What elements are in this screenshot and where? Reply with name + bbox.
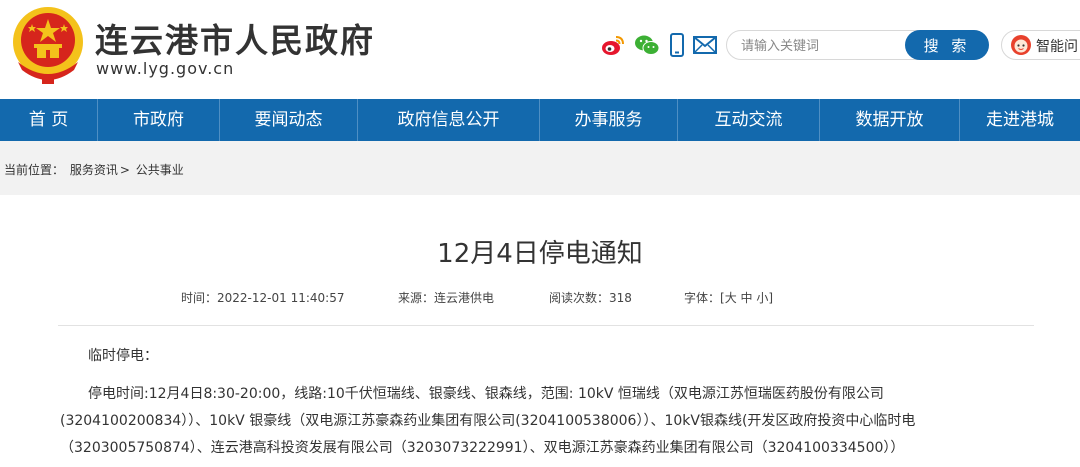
national-emblem-icon[interactable] [10,4,86,86]
search-box: 搜 索 [726,30,989,60]
nav-open-data[interactable]: 数据开放 [820,99,960,141]
breadcrumb-prefix: 当前位置： [4,163,65,177]
site-title[interactable]: 连云港市人民政府 [95,14,375,62]
nav-city-government[interactable]: 市政府 [98,99,220,141]
nav-government-info[interactable]: 政府信息公开 [358,99,540,141]
main-nav: 首 页 市政府 要闻动态 政府信息公开 办事服务 互动交流 数据开放 走进港城 [0,99,1080,141]
breadcrumb-public-utilities[interactable]: 公共事业 [136,163,184,177]
font-small-button[interactable]: 小 [756,291,768,305]
meta-views: 阅读次数：318 [549,289,632,306]
site-header: 连云港市人民政府 www.lyg.gov.cn 搜 索 [0,0,1080,98]
search-button[interactable]: 搜 索 [905,30,989,60]
robot-assistant-icon [1011,35,1031,55]
meta-source-label: 来源： [398,291,435,305]
nav-home[interactable]: 首 页 [0,99,98,141]
article-divider [58,325,1034,326]
article-title: 12月4日停电通知 [437,239,643,269]
meta-source-value: 连云港供电 [434,291,495,305]
mail-icon[interactable] [692,32,718,58]
nav-news[interactable]: 要闻动态 [220,99,358,141]
nav-services[interactable]: 办事服务 [540,99,678,141]
font-medium-button[interactable]: 中 [741,291,753,305]
meta-time: 时间：2022-12-01 11:40:57 [181,289,344,306]
meta-views-value: 318 [609,291,632,305]
article-paragraph-4: （3203005750874）、连云港高科投资发展有限公司（3203073222… [60,440,905,456]
breadcrumb-separator: > [119,163,130,177]
site-url[interactable]: www.lyg.gov.cn [96,59,234,78]
smart-assistant-button[interactable]: 智能问 [1001,30,1080,60]
weibo-icon[interactable] [600,32,626,58]
article-paragraph-2: 停电时间:12月4日8:30-20:00，线路:10千伏恒瑞线、银豪线、银森线，… [88,386,884,402]
wechat-icon[interactable] [634,32,660,58]
article-paragraph-3: (3204100200834））、10kV 银豪线（双电源江苏豪森药业集团有限公… [60,413,916,429]
nav-about-city[interactable]: 走进港城 [960,99,1080,141]
meta-font-size: 字体：[大 中 小] [684,289,773,306]
meta-font-label: 字体： [684,291,721,305]
breadcrumb-service-news[interactable]: 服务资讯 [70,163,118,177]
font-large-button[interactable]: 大 [725,291,737,305]
font-bracket-close: ] [768,291,774,305]
meta-time-value: 2022-12-01 11:40:57 [217,291,345,305]
mobile-icon[interactable] [664,32,690,58]
meta-views-label: 阅读次数： [549,291,610,305]
meta-time-label: 时间： [181,291,218,305]
nav-interaction[interactable]: 互动交流 [678,99,820,141]
meta-source: 来源：连云港供电 [398,289,494,306]
smart-assistant-label: 智能问 [1036,39,1078,55]
breadcrumb: 当前位置： 服务资讯 > 公共事业 [0,141,1080,195]
search-input[interactable] [741,36,901,56]
article-paragraph-1: 临时停电： [88,348,158,364]
